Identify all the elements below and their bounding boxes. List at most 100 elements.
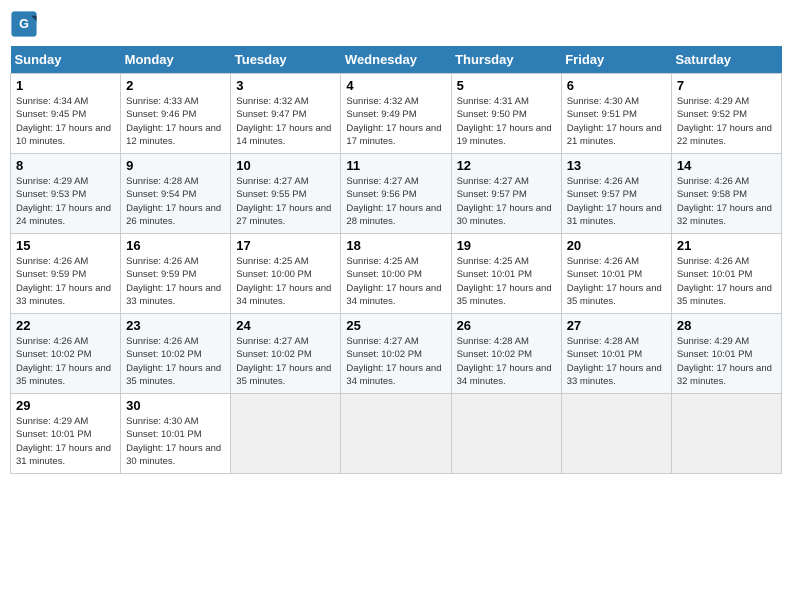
calendar-header: SundayMondayTuesdayWednesdayThursdayFrid… — [11, 46, 782, 74]
calendar-cell — [341, 394, 451, 474]
day-detail: Sunrise: 4:31 AMSunset: 9:50 PMDaylight:… — [457, 95, 556, 148]
day-header-saturday: Saturday — [671, 46, 781, 74]
day-number: 4 — [346, 78, 445, 93]
day-detail: Sunrise: 4:34 AMSunset: 9:45 PMDaylight:… — [16, 95, 115, 148]
day-number: 21 — [677, 238, 776, 253]
calendar-cell: 5 Sunrise: 4:31 AMSunset: 9:50 PMDaylight… — [451, 74, 561, 154]
day-detail: Sunrise: 4:30 AMSunset: 10:01 PMDaylight… — [126, 415, 225, 468]
day-number: 24 — [236, 318, 335, 333]
calendar-cell: 3Sunrise: 4:32 AMSunset: 9:47 PMDaylight… — [231, 74, 341, 154]
day-detail: Sunrise: 4:27 AMSunset: 10:02 PMDaylight… — [346, 335, 445, 388]
calendar-cell: 1 Sunrise: 4:34 AMSunset: 9:45 PMDaylight… — [11, 74, 121, 154]
day-detail: Sunrise: 4:27 AMSunset: 9:55 PMDaylight:… — [236, 175, 335, 228]
day-number: 15 — [16, 238, 115, 253]
day-number: 2 — [126, 78, 225, 93]
day-number: 13 — [567, 158, 666, 173]
day-detail: Sunrise: 4:29 AMSunset: 9:53 PMDaylight:… — [16, 175, 115, 228]
calendar-cell: 6Sunrise: 4:30 AMSunset: 9:51 PMDaylight… — [561, 74, 671, 154]
calendar-cell: 28 Sunrise: 4:29 AMSunset: 10:01 PMDaylig… — [671, 314, 781, 394]
day-number: 11 — [346, 158, 445, 173]
day-detail: Sunrise: 4:25 AMSunset: 10:00 PMDaylight… — [236, 255, 335, 308]
day-detail: Sunrise: 4:27 AMSunset: 9:56 PMDaylight:… — [346, 175, 445, 228]
day-number: 7 — [677, 78, 776, 93]
day-detail: Sunrise: 4:26 AMSunset: 10:01 PMDaylight… — [567, 255, 666, 308]
page-header: G — [10, 10, 782, 38]
day-detail: Sunrise: 4:25 AMSunset: 10:00 PMDaylight… — [346, 255, 445, 308]
day-header-tuesday: Tuesday — [231, 46, 341, 74]
day-number: 17 — [236, 238, 335, 253]
calendar-cell: 4 Sunrise: 4:32 AMSunset: 9:49 PMDaylight… — [341, 74, 451, 154]
calendar-cell: 27 Sunrise: 4:28 AMSunset: 10:01 PMDaylig… — [561, 314, 671, 394]
calendar-cell: 8Sunrise: 4:29 AMSunset: 9:53 PMDaylight… — [11, 154, 121, 234]
day-number: 5 — [457, 78, 556, 93]
day-number: 29 — [16, 398, 115, 413]
day-number: 23 — [126, 318, 225, 333]
svg-text:G: G — [19, 17, 29, 31]
day-detail: Sunrise: 4:33 AMSunset: 9:46 PMDaylight:… — [126, 95, 225, 148]
calendar-cell: 23 Sunrise: 4:26 AMSunset: 10:02 PMDaylig… — [121, 314, 231, 394]
logo-icon: G — [10, 10, 38, 38]
day-detail: Sunrise: 4:26 AMSunset: 10:02 PMDaylight… — [126, 335, 225, 388]
day-detail: Sunrise: 4:25 AMSunset: 10:01 PMDaylight… — [457, 255, 556, 308]
day-detail: Sunrise: 4:27 AMSunset: 9:57 PMDaylight:… — [457, 175, 556, 228]
calendar-cell: 30 Sunrise: 4:30 AMSunset: 10:01 PMDaylig… — [121, 394, 231, 474]
day-number: 30 — [126, 398, 225, 413]
day-detail: Sunrise: 4:27 AMSunset: 10:02 PMDaylight… — [236, 335, 335, 388]
calendar-cell: 7 Sunrise: 4:29 AMSunset: 9:52 PMDaylight… — [671, 74, 781, 154]
day-detail: Sunrise: 4:30 AMSunset: 9:51 PMDaylight:… — [567, 95, 666, 148]
day-number: 25 — [346, 318, 445, 333]
calendar-cell — [671, 394, 781, 474]
week-row: 22Sunrise: 4:26 AMSunset: 10:02 PMDaylig… — [11, 314, 782, 394]
calendar-cell: 29 Sunrise: 4:29 AMSunset: 10:01 PMDaylig… — [11, 394, 121, 474]
day-detail: Sunrise: 4:29 AMSunset: 10:01 PMDaylight… — [16, 415, 115, 468]
calendar-cell — [231, 394, 341, 474]
calendar-cell: 17 Sunrise: 4:25 AMSunset: 10:00 PMDaylig… — [231, 234, 341, 314]
day-number: 28 — [677, 318, 776, 333]
calendar-cell — [561, 394, 671, 474]
day-detail: Sunrise: 4:32 AMSunset: 9:47 PMDaylight:… — [236, 95, 335, 148]
calendar-cell: 14Sunrise: 4:26 AMSunset: 9:58 PMDayligh… — [671, 154, 781, 234]
day-detail: Sunrise: 4:26 AMSunset: 9:59 PMDaylight:… — [126, 255, 225, 308]
day-header-thursday: Thursday — [451, 46, 561, 74]
week-row: 1 Sunrise: 4:34 AMSunset: 9:45 PMDaylight… — [11, 74, 782, 154]
calendar-cell: 15Sunrise: 4:26 AMSunset: 9:59 PMDayligh… — [11, 234, 121, 314]
day-detail: Sunrise: 4:28 AMSunset: 10:01 PMDaylight… — [567, 335, 666, 388]
calendar-cell — [451, 394, 561, 474]
day-header-wednesday: Wednesday — [341, 46, 451, 74]
calendar-cell: 12 Sunrise: 4:27 AMSunset: 9:57 PMDayligh… — [451, 154, 561, 234]
calendar-cell: 11 Sunrise: 4:27 AMSunset: 9:56 PMDayligh… — [341, 154, 451, 234]
day-header-friday: Friday — [561, 46, 671, 74]
day-detail: Sunrise: 4:29 AMSunset: 9:52 PMDaylight:… — [677, 95, 776, 148]
day-number: 20 — [567, 238, 666, 253]
day-number: 1 — [16, 78, 115, 93]
week-row: 8Sunrise: 4:29 AMSunset: 9:53 PMDaylight… — [11, 154, 782, 234]
day-detail: Sunrise: 4:26 AMSunset: 9:57 PMDaylight:… — [567, 175, 666, 228]
calendar-cell: 22Sunrise: 4:26 AMSunset: 10:02 PMDaylig… — [11, 314, 121, 394]
day-detail: Sunrise: 4:32 AMSunset: 9:49 PMDaylight:… — [346, 95, 445, 148]
day-header-monday: Monday — [121, 46, 231, 74]
day-number: 10 — [236, 158, 335, 173]
day-number: 12 — [457, 158, 556, 173]
calendar-cell: 10 Sunrise: 4:27 AMSunset: 9:55 PMDayligh… — [231, 154, 341, 234]
week-row: 15 Sunrise: 4:26 AMSunset: 9:59 PMDayligh… — [11, 234, 782, 314]
calendar-cell: 24 Sunrise: 4:27 AMSunset: 10:02 PMDaylig… — [231, 314, 341, 394]
day-detail: Sunrise: 4:29 AMSunset: 10:01 PMDaylight… — [677, 335, 776, 388]
day-detail: Sunrise: 4:26 AMSunset: 10:01 PMDaylight… — [677, 255, 776, 308]
day-number: 18 — [346, 238, 445, 253]
calendar-cell: 19Sunrise: 4:25 AMSunset: 10:01 PMDaylig… — [451, 234, 561, 314]
calendar-cell: 20 Sunrise: 4:26 AMSunset: 10:01 PMDaylig… — [561, 234, 671, 314]
calendar-table: SundayMondayTuesdayWednesdayThursdayFrid… — [10, 46, 782, 474]
logo: G — [10, 10, 42, 38]
day-number: 26 — [457, 318, 556, 333]
calendar-cell: 9Sunrise: 4:28 AMSunset: 9:54 PMDaylight… — [121, 154, 231, 234]
calendar-cell: 25 Sunrise: 4:27 AMSunset: 10:02 PMDaylig… — [341, 314, 451, 394]
day-number: 16 — [126, 238, 225, 253]
day-number: 14 — [677, 158, 776, 173]
calendar-cell: 26 Sunrise: 4:28 AMSunset: 10:02 PMDaylig… — [451, 314, 561, 394]
day-number: 27 — [567, 318, 666, 333]
week-row: 29 Sunrise: 4:29 AMSunset: 10:01 PMDaylig… — [11, 394, 782, 474]
calendar-cell: 18 Sunrise: 4:25 AMSunset: 10:00 PMDaylig… — [341, 234, 451, 314]
day-detail: Sunrise: 4:26 AMSunset: 10:02 PMDaylight… — [16, 335, 115, 388]
day-detail: Sunrise: 4:28 AMSunset: 10:02 PMDaylight… — [457, 335, 556, 388]
calendar-cell: 2 Sunrise: 4:33 AMSunset: 9:46 PMDaylight… — [121, 74, 231, 154]
